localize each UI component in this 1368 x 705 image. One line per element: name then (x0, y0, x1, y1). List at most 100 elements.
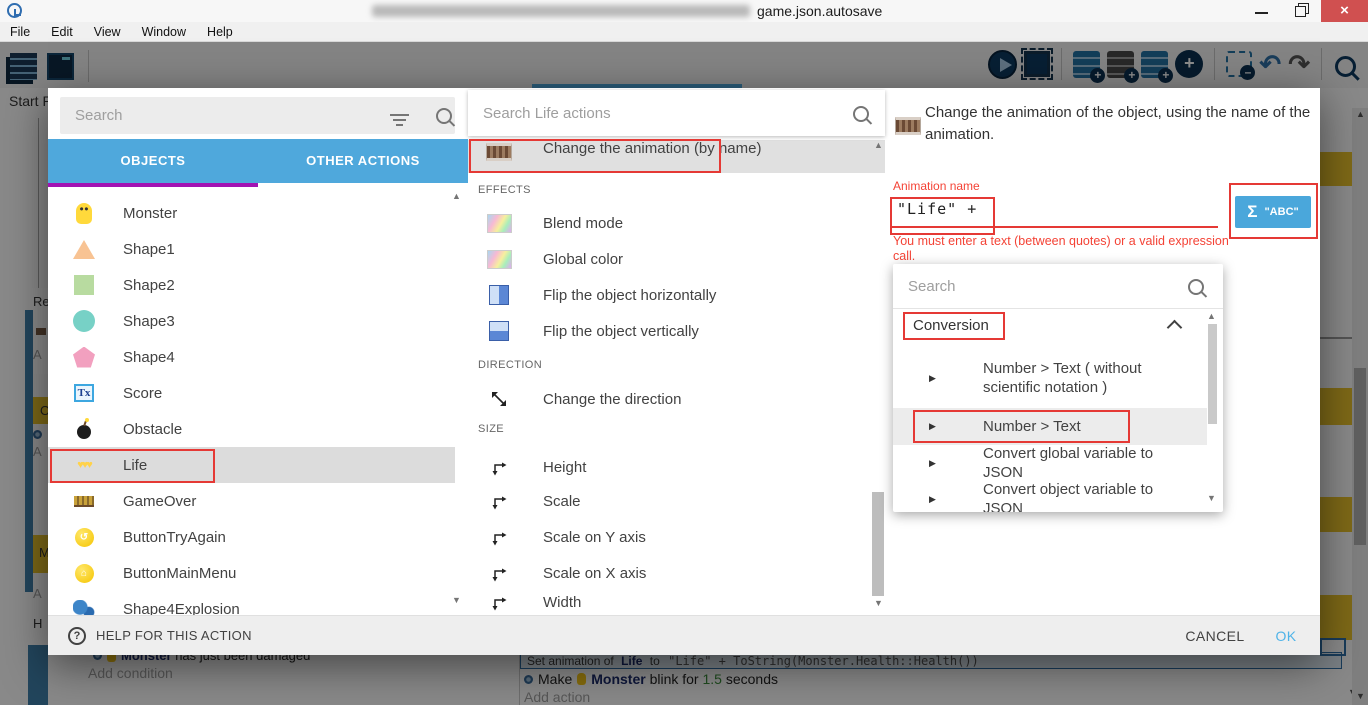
tab-other-actions[interactable]: OTHER ACTIONS (258, 139, 468, 183)
home-button-icon: ⌂ (70, 559, 98, 587)
sigma-icon: Σ (1247, 202, 1257, 222)
expand-arrow-icon[interactable]: ▶ (929, 494, 936, 505)
menu-view[interactable]: View (94, 25, 121, 39)
search-icon[interactable] (853, 106, 869, 122)
category-conversion[interactable]: Conversion (893, 308, 1207, 342)
flip-horizontal-icon (485, 283, 513, 307)
object-search-input[interactable] (60, 97, 383, 134)
error-underline (891, 226, 1218, 228)
window-controls (1241, 0, 1368, 22)
banner-icon (70, 487, 98, 515)
scrollbar-thumb[interactable] (1208, 324, 1217, 424)
action-row[interactable]: Height (468, 449, 872, 485)
action-row-selected[interactable]: Change the animation (by name) (468, 140, 885, 173)
global-color-icon (485, 247, 513, 271)
scale-x-icon (485, 561, 513, 585)
scroll-down-icon[interactable]: ▼ (874, 599, 883, 608)
gdevelop-logo-icon (7, 3, 22, 18)
expression-search-input[interactable] (893, 264, 1165, 308)
object-row-selected[interactable]: Life (48, 447, 455, 483)
expression-item[interactable]: ▶ Convert object variable to JSON (893, 481, 1207, 512)
menu-edit[interactable]: Edit (51, 25, 73, 39)
active-tab-underline (48, 183, 258, 187)
direction-icon (485, 387, 513, 411)
square-icon (70, 271, 98, 299)
object-row[interactable]: Shape1 (48, 231, 455, 267)
object-row[interactable]: Obstacle (48, 411, 455, 447)
action-description: Change the animation of the object, usin… (925, 102, 1317, 146)
help-icon[interactable] (68, 627, 86, 645)
expression-builder-button[interactable]: Σ "ABC" (1235, 196, 1311, 228)
object-row[interactable]: Shape4 (48, 339, 455, 375)
expand-arrow-icon[interactable]: ▶ (929, 421, 936, 432)
height-icon (485, 455, 513, 479)
expression-dropdown: Conversion ▶ Number > Text ( without sci… (893, 264, 1223, 512)
filter-icon[interactable] (390, 114, 409, 116)
bomb-icon (70, 415, 98, 443)
restore-icon[interactable] (1281, 0, 1321, 22)
action-row[interactable]: Blend mode (468, 205, 872, 241)
object-row[interactable]: Shape3 (48, 303, 455, 339)
width-icon (485, 590, 513, 614)
window-titlebar: game.json.autosave (0, 0, 1368, 23)
menu-help[interactable]: Help (207, 25, 233, 39)
search-icon[interactable] (1188, 279, 1204, 295)
hearts-icon (70, 451, 98, 479)
scroll-up-icon[interactable]: ▲ (874, 141, 883, 150)
expand-arrow-icon[interactable]: ▶ (929, 458, 936, 469)
object-row[interactable]: Shape2 (48, 267, 455, 303)
scrollbar-thumb[interactable] (872, 492, 884, 596)
scroll-up-icon[interactable]: ▲ (452, 192, 461, 201)
cancel-button[interactable]: CANCEL (1182, 616, 1248, 655)
field-label: Animation name (893, 179, 980, 193)
circle-icon (70, 307, 98, 335)
action-row[interactable]: Scale (468, 483, 872, 519)
chevron-up-icon[interactable] (1167, 320, 1183, 336)
expression-item[interactable]: ▶ Number > Text ( without scientific not… (893, 350, 1207, 406)
object-row[interactable]: Monster (48, 195, 455, 231)
expand-arrow-icon[interactable]: ▶ (929, 373, 936, 384)
scroll-down-icon[interactable]: ▼ (1207, 494, 1216, 503)
obscured-title-segment (372, 5, 750, 17)
object-row[interactable]: ↺ ButtonTryAgain (48, 519, 455, 555)
blend-mode-icon (485, 211, 513, 235)
workspace: + + + + – ↶ ↷ Start P Re A O A M A H Mon… (0, 42, 1368, 705)
ok-button[interactable]: OK (1264, 616, 1308, 655)
expression-item-selected[interactable]: ▶ Number > Text (893, 408, 1207, 445)
tab-objects[interactable]: OBJECTS (48, 139, 258, 183)
minimize-icon[interactable] (1241, 0, 1281, 22)
action-row[interactable]: Global color (468, 241, 872, 277)
action-row[interactable]: Scale on Y axis (468, 519, 872, 555)
error-text: You must enter a text (between quotes) o… (893, 234, 1251, 264)
action-row[interactable]: Flip the object vertically (468, 313, 872, 349)
scale-y-icon (485, 525, 513, 549)
search-icon[interactable] (436, 108, 452, 124)
section-header: SIZE (478, 423, 504, 435)
scroll-down-icon[interactable]: ▼ (452, 596, 461, 605)
action-row[interactable]: Change the direction (468, 381, 872, 417)
section-header: EFFECTS (478, 184, 531, 196)
retry-button-icon: ↺ (70, 523, 98, 551)
monster-icon (70, 199, 98, 227)
film-icon (895, 117, 921, 138)
expression-search-field[interactable] (893, 264, 1223, 309)
object-row[interactable]: Tx Score (48, 375, 455, 411)
object-row[interactable]: ⌂ ButtonMainMenu (48, 555, 455, 591)
expression-item[interactable]: ▶ Convert global variable to JSON (893, 445, 1207, 481)
action-search-input[interactable] (468, 90, 808, 136)
animation-name-input[interactable]: "Life" + (897, 200, 977, 218)
close-icon[interactable] (1321, 0, 1368, 22)
help-button[interactable]: HELP FOR THIS ACTION (96, 616, 252, 655)
film-icon (485, 140, 513, 164)
object-row[interactable]: GameOver (48, 483, 455, 519)
action-row[interactable]: Flip the object horizontally (468, 277, 872, 313)
triangle-icon (70, 235, 98, 263)
menu-window[interactable]: Window (142, 25, 186, 39)
scale-icon (485, 489, 513, 513)
menu-file[interactable]: File (10, 25, 30, 39)
dialog-footer: HELP FOR THIS ACTION CANCEL OK (48, 615, 1320, 655)
scroll-up-icon[interactable]: ▲ (1207, 312, 1216, 321)
action-search-field[interactable] (468, 90, 885, 136)
object-search-field[interactable] (60, 97, 455, 134)
section-header: DIRECTION (478, 359, 542, 371)
